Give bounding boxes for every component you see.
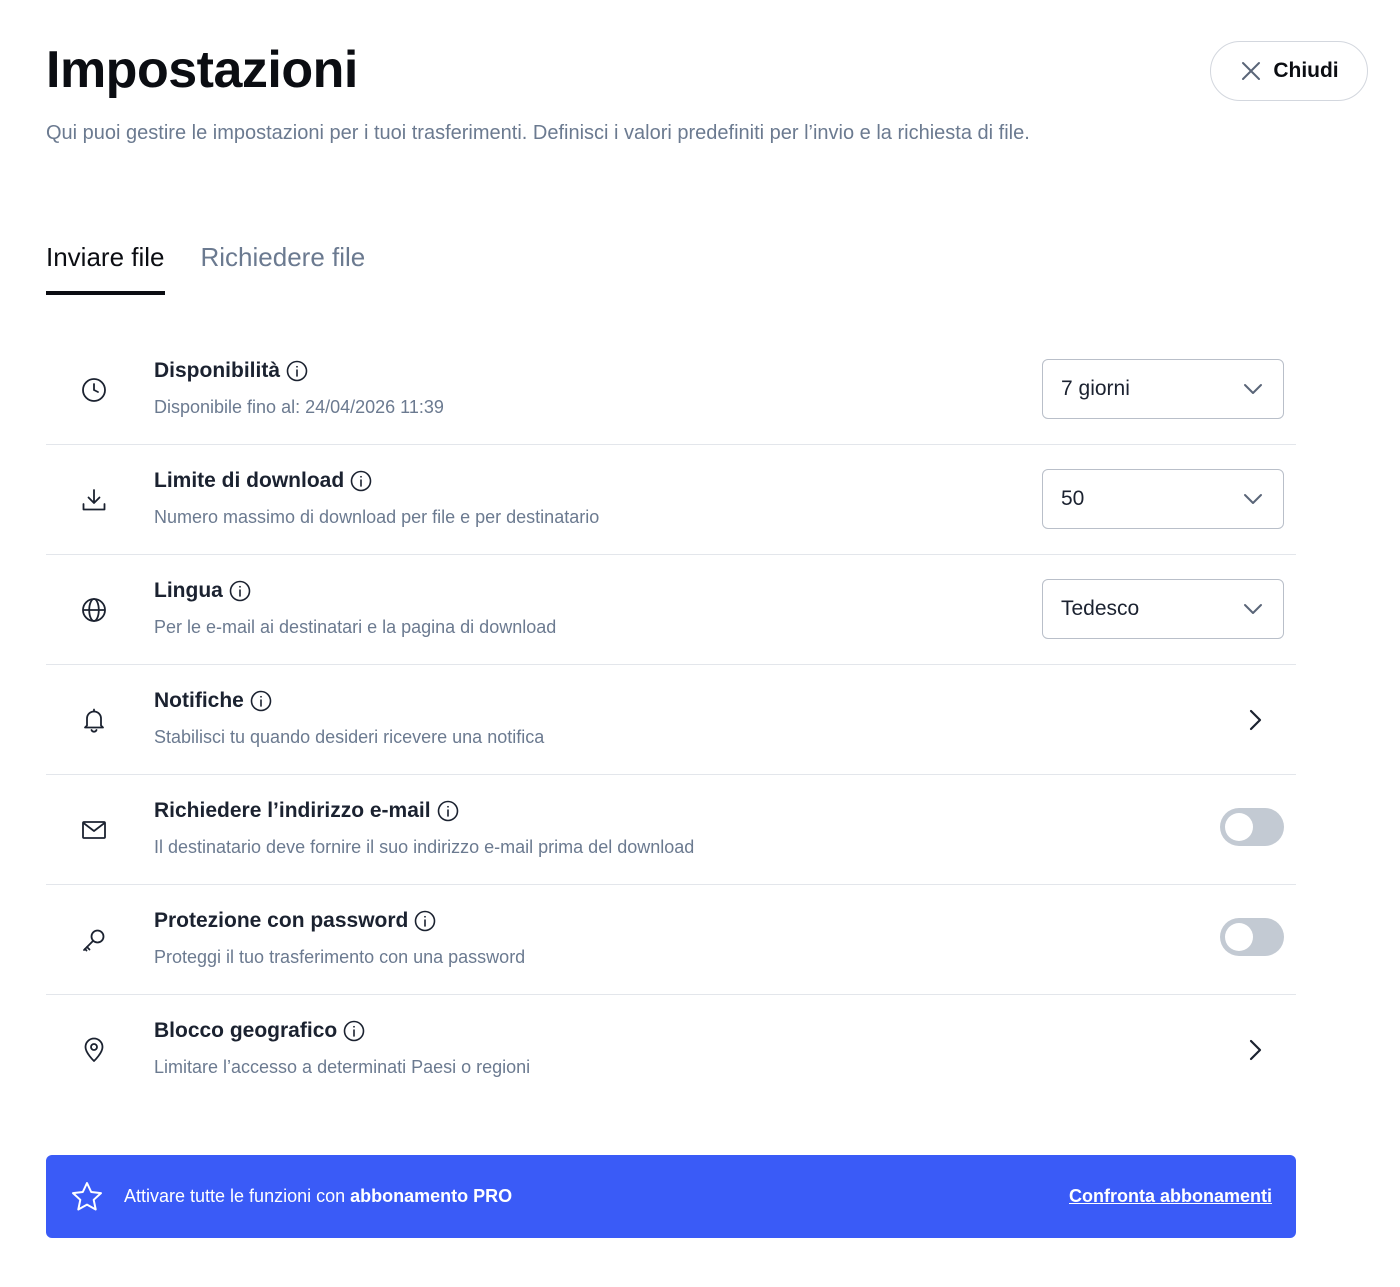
close-button-label: Chiudi <box>1273 59 1339 82</box>
setting-row-password: Protezione con password Proteggi il tuo … <box>46 885 1296 995</box>
setting-subtitle: Disponibile fino al: 24/04/2026 11:39 <box>154 397 444 417</box>
toggle-knob <box>1225 923 1253 951</box>
tab-request-files[interactable]: Richiedere file <box>201 242 366 295</box>
close-button[interactable]: Chiudi <box>1210 41 1368 101</box>
require-email-toggle[interactable] <box>1220 808 1284 846</box>
settings-list: Disponibilità Disponibile fino al: 24/04… <box>46 335 1296 1105</box>
star-icon <box>72 1181 102 1210</box>
chevron-right-icon[interactable] <box>1242 1037 1268 1063</box>
setting-subtitle: Numero massimo di download per file e pe… <box>154 507 600 527</box>
setting-row-geoblock[interactable]: Blocco geografico Limitare l’accesso a d… <box>46 995 1296 1105</box>
setting-title: Limite di download <box>154 469 345 492</box>
download-icon <box>80 486 108 514</box>
setting-title: Protezione con password <box>154 909 409 932</box>
setting-title: Richiedere l’indirizzo e-mail <box>154 799 431 822</box>
select-value: Tedesco <box>1061 597 1140 620</box>
chevron-down-icon <box>1244 604 1262 614</box>
download-limit-select[interactable]: 50 <box>1042 469 1284 529</box>
toggle-knob <box>1225 813 1253 841</box>
language-select[interactable]: Tedesco <box>1042 579 1284 639</box>
select-value: 7 giorni <box>1061 377 1130 400</box>
chevron-right-icon[interactable] <box>1242 707 1268 733</box>
clock-icon <box>80 376 108 404</box>
setting-row-language: Lingua Per le e-mail ai destinatari e la… <box>46 555 1296 665</box>
setting-subtitle: Il destinatario deve fornire il suo indi… <box>154 837 695 857</box>
map-pin-icon <box>80 1036 108 1064</box>
setting-subtitle: Per le e-mail ai destinatari e la pagina… <box>154 617 557 637</box>
close-icon <box>1242 62 1261 80</box>
info-icon[interactable] <box>343 1020 365 1042</box>
setting-subtitle: Limitare l’accesso a determinati Paesi o… <box>154 1057 531 1077</box>
setting-row-notifications[interactable]: Notifiche Stabilisci tu quando desideri … <box>46 665 1296 775</box>
globe-icon <box>80 596 108 624</box>
info-icon[interactable] <box>437 800 459 822</box>
envelope-icon <box>80 816 108 844</box>
tab-bar: Inviare file Richiedere file <box>46 242 365 295</box>
tab-send-files[interactable]: Inviare file <box>46 242 165 295</box>
info-icon[interactable] <box>286 360 308 382</box>
select-value: 50 <box>1061 487 1085 510</box>
setting-subtitle: Proteggi il tuo trasferimento con una pa… <box>154 947 526 967</box>
page-description: Qui puoi gestire le impostazioni per i t… <box>46 122 1030 144</box>
availability-select[interactable]: 7 giorni <box>1042 359 1284 419</box>
chevron-down-icon <box>1244 494 1262 504</box>
password-toggle[interactable] <box>1220 918 1284 956</box>
setting-row-availability: Disponibilità Disponibile fino al: 24/04… <box>46 335 1296 445</box>
info-icon[interactable] <box>250 690 272 712</box>
compare-plans-link[interactable]: Confronta abbonamenti <box>1069 1186 1272 1207</box>
setting-title: Notifiche <box>154 689 244 712</box>
bell-icon <box>80 706 108 734</box>
setting-row-require-email: Richiedere l’indirizzo e-mail Il destina… <box>46 775 1296 885</box>
info-icon[interactable] <box>229 580 251 602</box>
setting-title: Blocco geografico <box>154 1019 338 1042</box>
info-icon[interactable] <box>350 470 372 492</box>
setting-subtitle: Stabilisci tu quando desideri ricevere u… <box>154 727 545 747</box>
pro-upgrade-banner: Attivare tutte le funzioni con abbonamen… <box>46 1155 1296 1238</box>
promo-text: Attivare tutte le funzioni con abbonamen… <box>124 1186 513 1206</box>
info-icon[interactable] <box>414 910 436 932</box>
chevron-down-icon <box>1244 384 1262 394</box>
page-title: Impostazioni <box>46 41 358 99</box>
key-icon <box>80 926 108 954</box>
setting-title: Lingua <box>154 579 223 602</box>
setting-title: Disponibilità <box>154 359 280 382</box>
setting-row-download-limit: Limite di download Numero massimo di dow… <box>46 445 1296 555</box>
